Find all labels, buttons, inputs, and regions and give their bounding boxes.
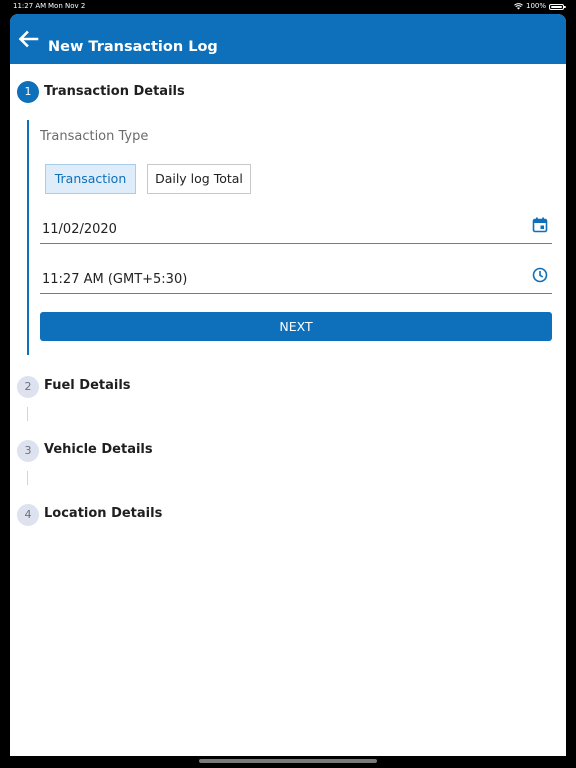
- battery-percentage: 100%: [525, 2, 546, 10]
- step-3-circle[interactable]: 3: [17, 440, 39, 462]
- transaction-option-button[interactable]: Transaction: [45, 164, 136, 194]
- step-3-title[interactable]: Vehicle Details: [44, 441, 153, 459]
- app-bar: New Transaction Log: [10, 14, 566, 64]
- step-2-connector: [27, 407, 28, 421]
- arrow-left-icon[interactable]: [16, 29, 40, 49]
- clock-icon[interactable]: [532, 267, 548, 283]
- step-3-connector: [27, 471, 28, 485]
- app-screen: New Transaction Log 1 Transaction Detail…: [10, 14, 566, 756]
- status-time: 11:27 AM: [13, 2, 47, 10]
- step-4-circle[interactable]: 4: [17, 504, 39, 526]
- transaction-type-label: Transaction Type: [40, 129, 149, 144]
- time-field[interactable]: 11:27 AM (GMT+5:30): [40, 264, 552, 294]
- calendar-icon[interactable]: [532, 217, 548, 233]
- status-bar: 11:27 AM Mon Nov 2 100%: [0, 0, 576, 13]
- step-1-circle[interactable]: 1: [17, 81, 39, 103]
- step-2-circle[interactable]: 2: [17, 376, 39, 398]
- step-4-title[interactable]: Location Details: [44, 505, 162, 523]
- step-1-title[interactable]: Transaction Details: [44, 83, 185, 101]
- step-2-title[interactable]: Fuel Details: [44, 377, 131, 395]
- date-value: 11/02/2020: [42, 222, 117, 237]
- time-value: 11:27 AM (GMT+5:30): [42, 272, 188, 287]
- battery-icon: [549, 3, 566, 10]
- page-title: New Transaction Log: [48, 39, 218, 55]
- status-indicators: 100%: [514, 0, 566, 13]
- wifi-icon: [514, 3, 523, 10]
- next-button[interactable]: NEXT: [40, 312, 552, 341]
- status-date: Mon Nov 2: [48, 2, 86, 10]
- daily-log-total-option-button[interactable]: Daily log Total: [147, 164, 251, 194]
- step-1-connector: [27, 120, 29, 355]
- date-field[interactable]: 11/02/2020: [40, 214, 552, 244]
- home-indicator[interactable]: [199, 759, 377, 763]
